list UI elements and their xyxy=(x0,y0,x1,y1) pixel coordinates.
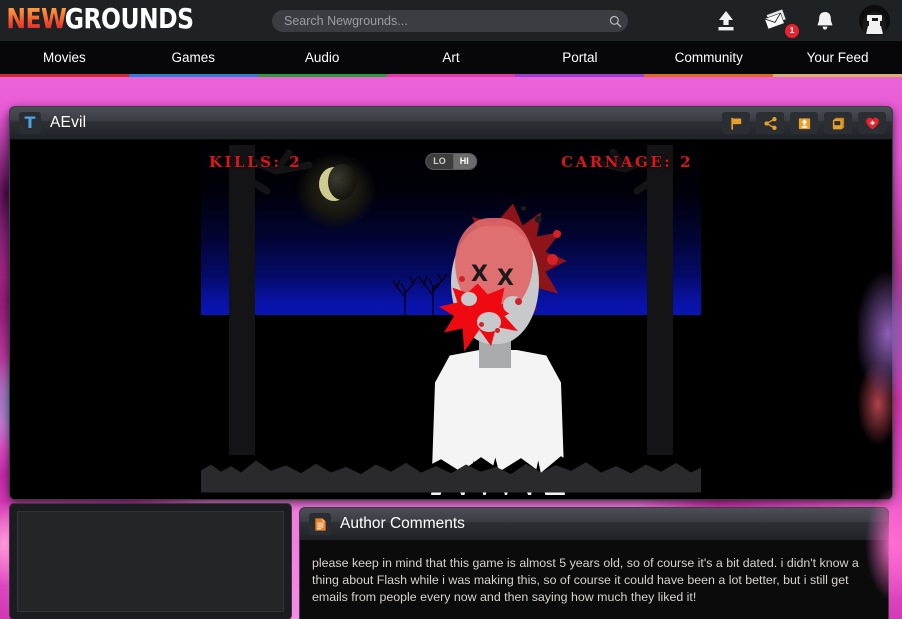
nav-item-your-feed[interactable]: Your Feed xyxy=(773,41,902,74)
author-comments-titlebar: Author Comments xyxy=(300,508,888,541)
hud-kills-label: KILLS: xyxy=(209,152,282,171)
avatar[interactable] xyxy=(859,5,890,36)
nav-item-audio[interactable]: Audio xyxy=(258,41,387,74)
logo-text-new: NEW xyxy=(6,4,67,36)
save-button[interactable] xyxy=(790,112,818,134)
page-title: AEvil xyxy=(50,114,87,131)
game-canvas[interactable]: X X KILLS: 2 CARNAGE: 2 LO HI xyxy=(201,144,701,495)
hud-kills: KILLS: 2 xyxy=(209,153,302,171)
nav-underline-your-feed xyxy=(773,74,902,77)
nav-color-underline xyxy=(0,74,902,77)
blood-dot-2 xyxy=(479,321,484,327)
collections-icon xyxy=(832,117,844,129)
document-icon xyxy=(309,513,331,535)
author-comments-panel: Author Comments please keep in mind that… xyxy=(300,508,888,619)
nav-item-games[interactable]: Games xyxy=(129,41,258,74)
face-blob-1 xyxy=(461,291,477,306)
nav-item-art[interactable]: Art xyxy=(387,41,516,74)
search-input[interactable] xyxy=(272,11,602,31)
save-icon xyxy=(798,117,810,129)
author-comments-body: please keep in mind that this game is al… xyxy=(312,556,859,604)
favorite-icon xyxy=(865,117,879,129)
side-panel xyxy=(10,504,291,619)
blood-dot-4 xyxy=(459,275,465,282)
upload-button[interactable] xyxy=(713,9,739,33)
rating-badge-icon: T xyxy=(19,112,41,134)
header-icon-group: 1 xyxy=(713,0,890,41)
message-count-badge: 1 xyxy=(785,23,799,38)
dark-dot-2 xyxy=(521,205,526,211)
search-button[interactable] xyxy=(602,10,628,32)
nav-underline-audio xyxy=(257,74,387,77)
game-character: X X xyxy=(417,200,577,495)
nav-underline-movies xyxy=(0,74,129,77)
quality-toggle[interactable]: LO HI xyxy=(425,152,477,170)
nav-underline-portal xyxy=(515,74,645,77)
game-action-buttons xyxy=(722,112,886,134)
side-panel-content xyxy=(17,511,284,612)
avatar-image xyxy=(859,5,890,36)
game-titlebar: T AEvil xyxy=(10,107,892,140)
nav-underline-community xyxy=(644,74,774,77)
blood-dot-3 xyxy=(495,327,500,333)
eye-x-left: X xyxy=(471,261,488,287)
nav-underline-art xyxy=(386,74,516,77)
newgrounds-logo[interactable]: NEW GROUNDS xyxy=(6,4,194,36)
collections-button[interactable] xyxy=(824,112,852,134)
blood-dot-6 xyxy=(553,229,561,238)
share-button[interactable] xyxy=(756,112,784,134)
game-stage[interactable]: X X KILLS: 2 CARNAGE: 2 LO HI xyxy=(10,140,892,499)
nav-item-portal[interactable]: Portal xyxy=(515,41,644,74)
document-icon-glyph xyxy=(314,517,326,531)
logo-text-grounds: GROUNDS xyxy=(64,4,194,36)
notifications-button[interactable] xyxy=(813,9,837,33)
flag-button[interactable] xyxy=(722,112,750,134)
share-icon xyxy=(763,116,777,130)
blood-dot-5 xyxy=(547,253,558,265)
site-header: NEW GROUNDS Search Newgrounds... 1 xyxy=(0,0,902,41)
quality-low-option[interactable]: LO xyxy=(426,154,453,169)
nav-underline-games xyxy=(128,74,258,77)
dark-dot-1 xyxy=(535,215,542,223)
hud-carnage-label: CARNAGE: xyxy=(561,152,673,171)
upload-icon xyxy=(718,10,734,30)
favorite-button[interactable] xyxy=(858,112,886,134)
flag-icon xyxy=(730,117,741,130)
search-bar[interactable] xyxy=(272,10,628,32)
search-icon xyxy=(609,15,621,27)
eye-x-right: X xyxy=(497,265,514,291)
page-root: NEW GROUNDS Search Newgrounds... 1 Movie… xyxy=(0,0,902,619)
hud-carnage-value: 2 xyxy=(680,152,693,171)
bell-icon xyxy=(817,11,833,30)
hud-carnage: CARNAGE: 2 xyxy=(561,153,693,171)
blood-dot-1 xyxy=(515,297,522,305)
author-comments-title: Author Comments xyxy=(340,515,465,532)
game-panel: T AEvil X X KILLS: 2 CARNAGE: 2 LO HI xyxy=(10,107,892,499)
hud-kills-value: 2 xyxy=(289,152,303,171)
nav-item-movies[interactable]: Movies xyxy=(0,41,129,74)
quality-high-option[interactable]: HI xyxy=(452,153,476,169)
messages-button[interactable]: 1 xyxy=(761,8,799,38)
main-nav: Movies Games Audio Art Portal Community … xyxy=(0,41,902,74)
nav-item-community[interactable]: Community xyxy=(644,41,773,74)
